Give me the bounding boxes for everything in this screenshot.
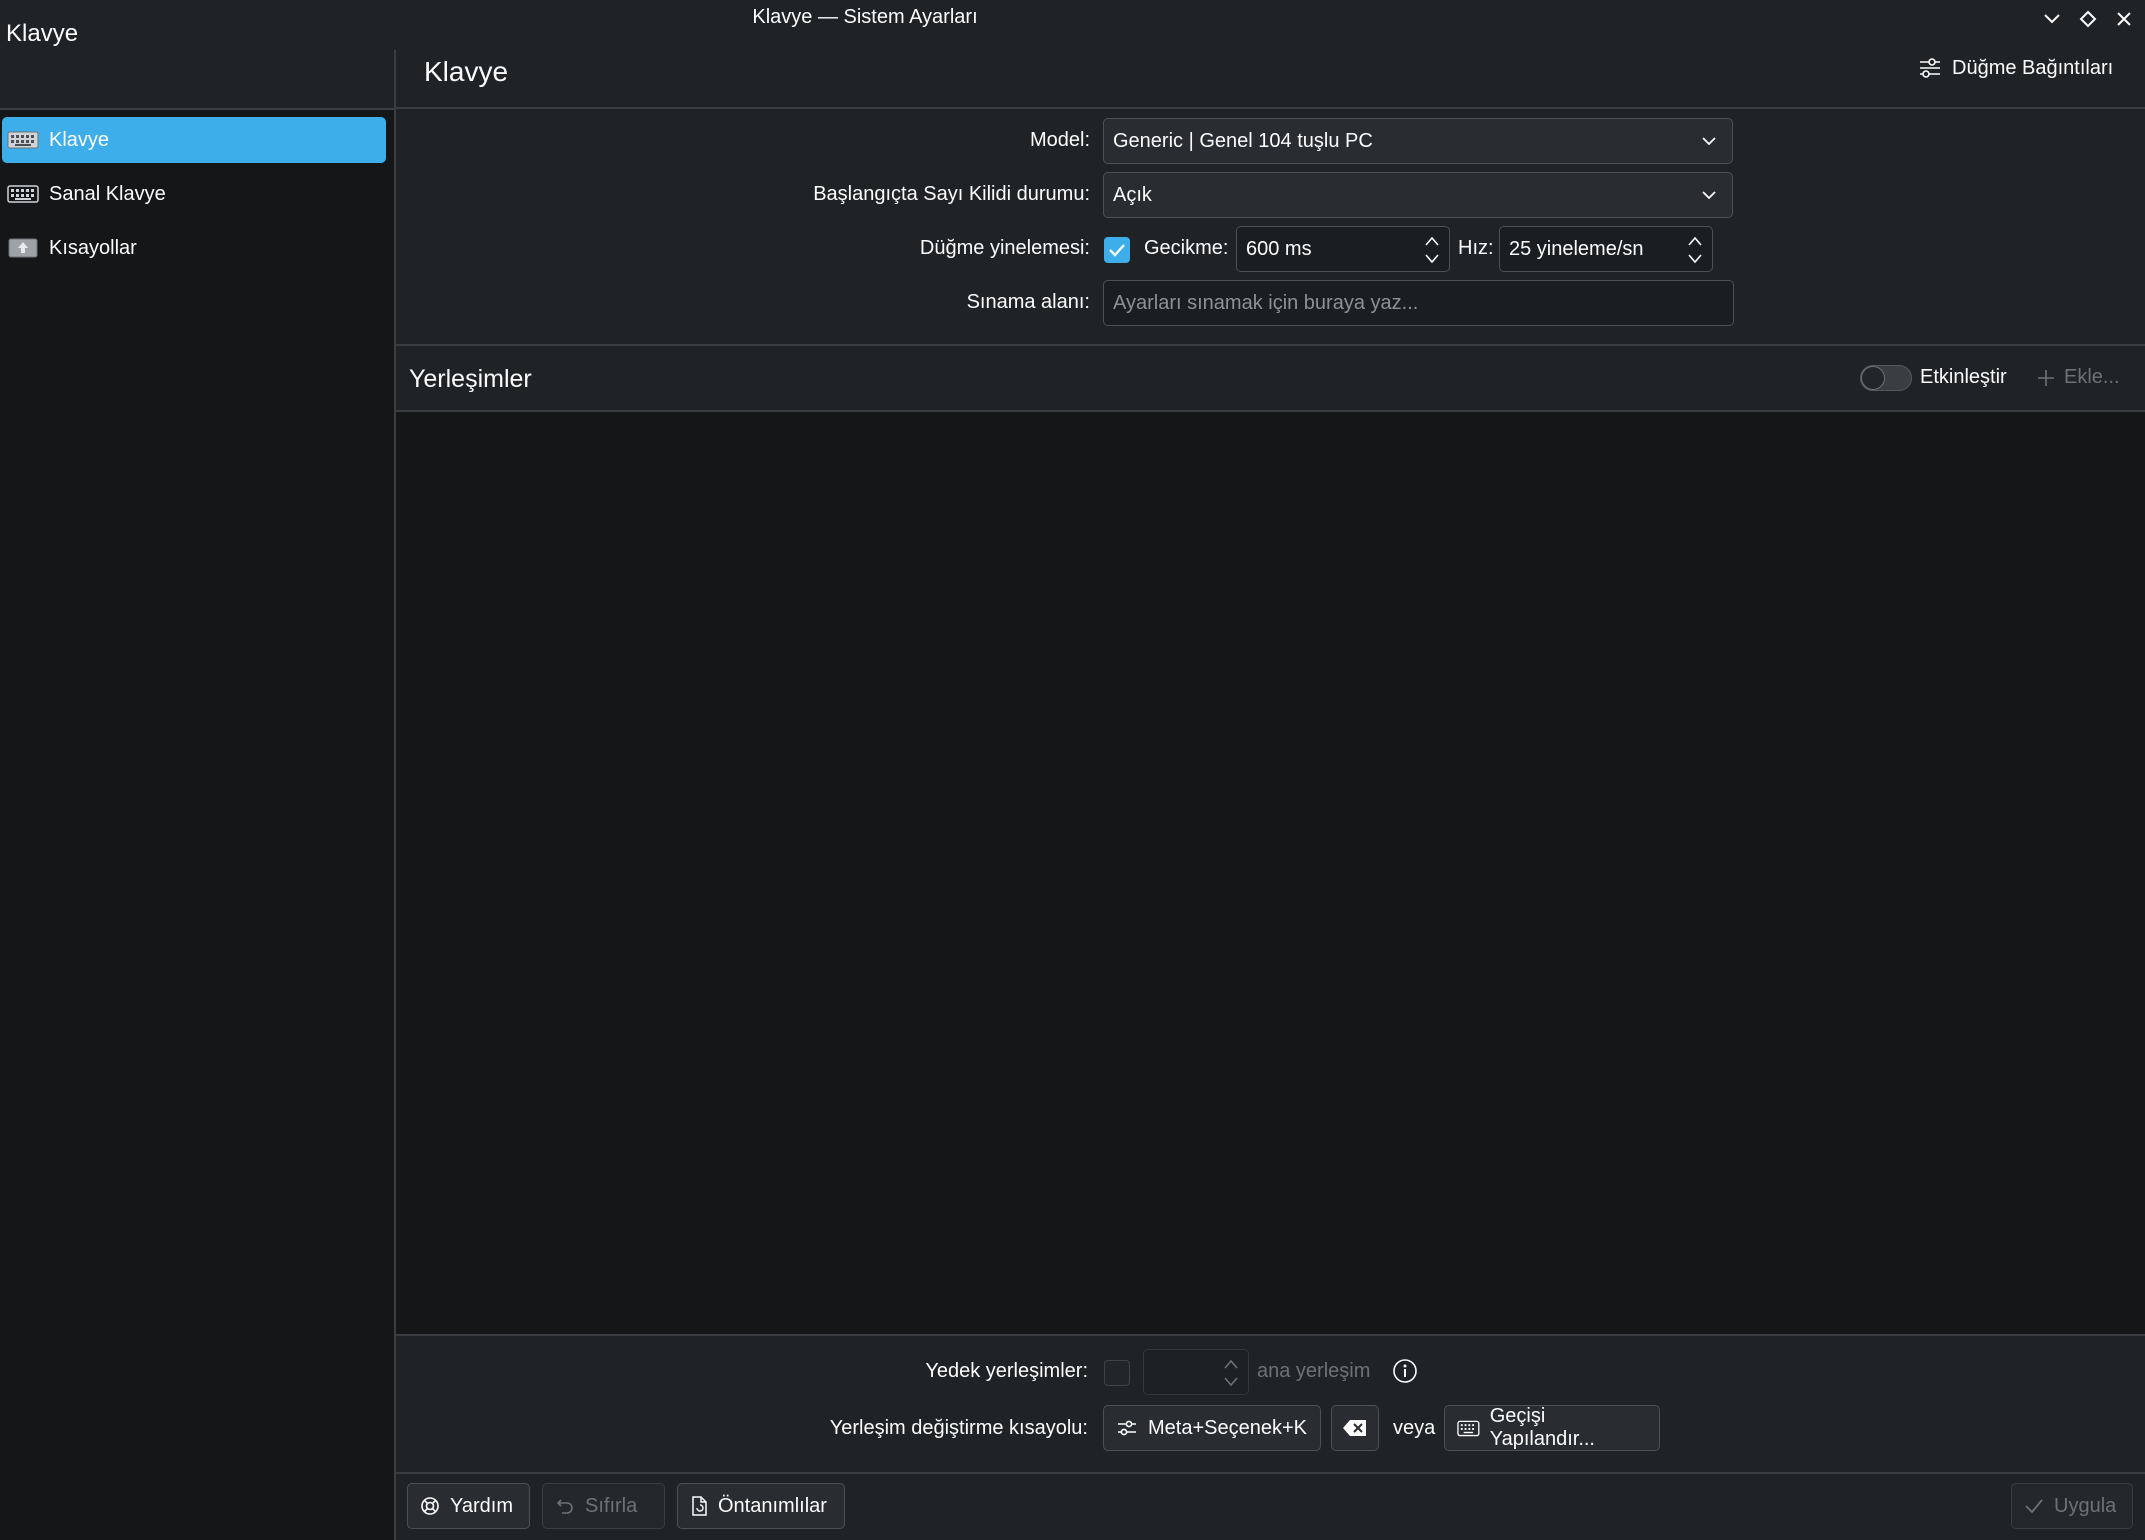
keyboard-icon bbox=[7, 128, 39, 152]
sidebar-item-label: Kısayollar bbox=[49, 236, 137, 259]
help-label: Yardım bbox=[450, 1494, 513, 1517]
maximize-button[interactable] bbox=[2072, 4, 2104, 34]
sidebar-title: Klavye bbox=[6, 20, 79, 47]
reset-label: Sıfırla bbox=[585, 1494, 638, 1517]
document-revert-icon bbox=[692, 1496, 707, 1516]
chevron-down-icon bbox=[1702, 191, 1716, 200]
spare-layouts-spinbox[interactable] bbox=[1143, 1349, 1249, 1395]
header-divider bbox=[396, 107, 2145, 109]
spare-layouts-checkbox[interactable] bbox=[1104, 1360, 1130, 1386]
test-area-label: Sınama alanı: bbox=[966, 291, 1090, 313]
clear-shortcut-button[interactable] bbox=[1331, 1405, 1379, 1451]
backspace-icon bbox=[1343, 1420, 1366, 1436]
chevron-down-icon bbox=[1702, 137, 1716, 146]
numlock-value: Açık bbox=[1113, 183, 1152, 206]
info-icon[interactable] bbox=[1392, 1358, 1418, 1390]
sidebar-item-sanal-klavye[interactable]: Sanal Klavye bbox=[2, 171, 386, 217]
numlock-label: Başlangıçta Sayı Kilidi durumu: bbox=[813, 183, 1090, 205]
lifebuoy-icon bbox=[421, 1497, 439, 1515]
sidebar-item-kisayollar[interactable]: Kısayollar bbox=[2, 225, 386, 271]
close-icon bbox=[2117, 12, 2131, 26]
spin-arrows-icon bbox=[1425, 236, 1439, 264]
minimize-button[interactable] bbox=[2036, 4, 2068, 34]
sidebar: Klavye Sanal Klavye Kısayollar bbox=[0, 108, 396, 1540]
plus-icon bbox=[2038, 369, 2054, 386]
reset-button[interactable]: Sıfırla bbox=[542, 1483, 665, 1529]
delay-spinbox[interactable]: 600 ms bbox=[1236, 226, 1450, 272]
switch-shortcut-value: Meta+Seçenek+K bbox=[1148, 1416, 1307, 1439]
virtual-keyboard-icon bbox=[7, 182, 39, 206]
key-repeat-label: Düğme yinelemesi: bbox=[919, 237, 1090, 259]
key-repeat-checkbox[interactable] bbox=[1104, 237, 1130, 263]
sidebar-item-label: Klavye bbox=[49, 128, 110, 151]
layouts-list-divider bbox=[396, 1334, 2145, 1336]
apply-label: Uygula bbox=[2054, 1494, 2117, 1517]
close-button[interactable] bbox=[2108, 4, 2140, 34]
undo-icon bbox=[556, 1499, 573, 1514]
delay-label: Gecikme: bbox=[1144, 237, 1229, 259]
sidebar-item-klavye[interactable]: Klavye bbox=[2, 117, 386, 163]
sidebar-header bbox=[0, 38, 396, 108]
spin-arrows-icon bbox=[1688, 236, 1702, 264]
key-bindings-label: Düğme Bağıntıları bbox=[1952, 56, 2114, 79]
test-area-input[interactable] bbox=[1103, 280, 1734, 326]
window-title: Klavye — Sistem Ayarları bbox=[752, 6, 978, 28]
rate-spinbox[interactable]: 25 yineleme/sn bbox=[1499, 226, 1713, 272]
model-value: Generic | Genel 104 tuşlu PC bbox=[1113, 129, 1373, 152]
footer-divider bbox=[396, 1472, 2145, 1474]
page-title: Klavye bbox=[424, 56, 509, 87]
checkmark-icon bbox=[2025, 1499, 2043, 1514]
spare-layouts-label: Yedek yerleşimler: bbox=[925, 1360, 1088, 1382]
main-header bbox=[396, 38, 2145, 108]
sliders-icon bbox=[1920, 58, 1940, 78]
defaults-label: Öntanımlılar bbox=[718, 1494, 827, 1517]
apply-button[interactable]: Uygula bbox=[2011, 1483, 2133, 1529]
configure-switching-button[interactable]: Geçişi Yapılandır... bbox=[1444, 1405, 1660, 1451]
configure-switching-label: Geçişi Yapılandır... bbox=[1489, 1405, 1595, 1450]
numlock-combobox[interactable]: Açık bbox=[1103, 172, 1733, 218]
sliders-icon bbox=[1118, 1420, 1136, 1436]
model-label: Model: bbox=[1029, 129, 1090, 151]
layouts-list[interactable] bbox=[396, 412, 2145, 1334]
add-layout-label: Ekle... bbox=[2064, 366, 2120, 388]
toggle-knob bbox=[1861, 366, 1885, 390]
sidebar-item-label: Sanal Klavye bbox=[49, 182, 166, 205]
model-combobox[interactable]: Generic | Genel 104 tuşlu PC bbox=[1103, 118, 1733, 164]
delay-value: 600 ms bbox=[1246, 237, 1312, 260]
spare-layouts-suffix: ana yerleşim bbox=[1257, 1360, 1371, 1382]
or-label: veya bbox=[1393, 1417, 1436, 1439]
rate-label: Hız: bbox=[1458, 237, 1494, 259]
checkmark-icon bbox=[1109, 244, 1125, 257]
keyboard-settings-icon bbox=[1457, 1420, 1480, 1437]
enable-layouts-label: Etkinleştir bbox=[1920, 366, 2007, 388]
key-bindings-button[interactable]: Düğme Bağıntıları bbox=[1918, 56, 2113, 80]
layouts-title: Yerleşimler bbox=[409, 365, 532, 393]
help-button[interactable]: Yardım bbox=[407, 1483, 530, 1529]
rate-value: 25 yineleme/sn bbox=[1509, 237, 1644, 260]
diamond-icon bbox=[2079, 10, 2097, 28]
switch-shortcut-label: Yerleşim değiştirme kısayolu: bbox=[829, 1417, 1088, 1439]
spin-arrows-icon bbox=[1224, 1359, 1238, 1387]
switch-shortcut-button[interactable]: Meta+Seçenek+K bbox=[1103, 1405, 1321, 1451]
defaults-button[interactable]: Öntanımlılar bbox=[677, 1483, 845, 1529]
chevron-down-icon bbox=[2044, 14, 2060, 24]
shortcuts-icon bbox=[7, 236, 39, 260]
add-layout-button[interactable]: Ekle... bbox=[2036, 366, 2120, 389]
